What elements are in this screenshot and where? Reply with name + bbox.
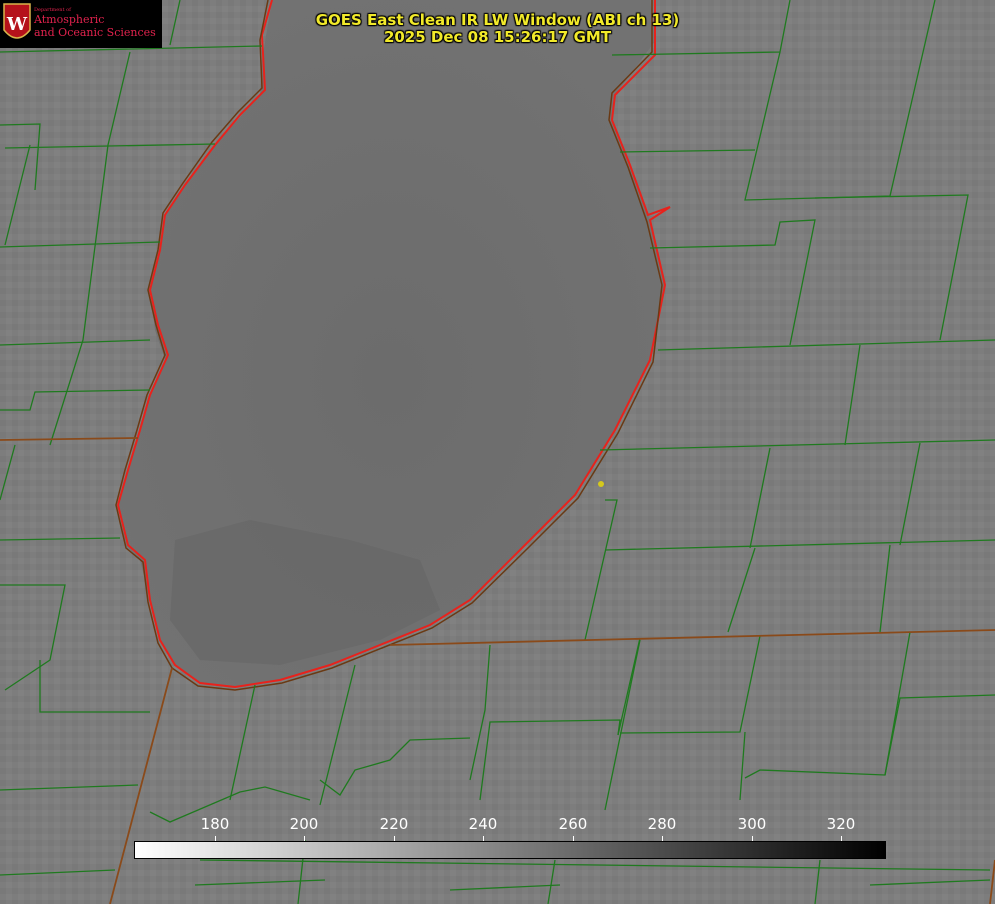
satellite-map[interactable]: W	[0, 0, 995, 904]
logo-line1: Atmospheric	[34, 13, 105, 26]
colorbar-tick-label: 240	[468, 815, 498, 833]
colorbar-tick-label: 300	[737, 815, 767, 833]
colorbar-tick-label: 220	[379, 815, 409, 833]
colorbar-gradient	[134, 841, 886, 859]
colorbar-tick-label: 320	[826, 815, 856, 833]
crest-letter-overlay: W	[6, 14, 28, 35]
colorbar-tick-label: 260	[558, 815, 588, 833]
location-marker	[598, 481, 604, 487]
colorbar-tick-label: 180	[200, 815, 230, 833]
aos-logo-text[interactable]: Department of Atmospheric and Oceanic Sc…	[34, 7, 156, 39]
logo-line2: and Oceanic Sciences	[34, 26, 156, 39]
colorbar-tick-label: 200	[289, 815, 319, 833]
colorbar-tick-label: 280	[647, 815, 677, 833]
uw-crest: W	[3, 3, 31, 39]
